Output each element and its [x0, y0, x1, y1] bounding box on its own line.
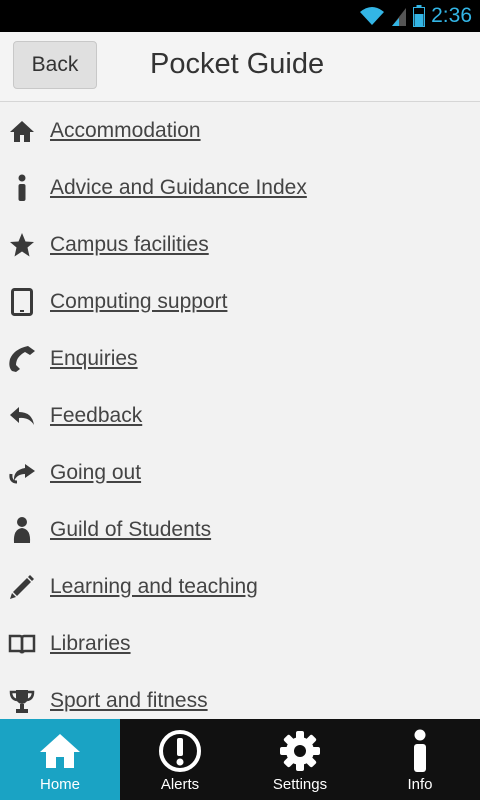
- menu-list: Accommodation Advice and Guidance Index …: [0, 102, 480, 729]
- menu-item-label[interactable]: Advice and Guidance Index: [50, 176, 307, 200]
- menu-item-label[interactable]: Feedback: [50, 404, 142, 428]
- back-button[interactable]: Back: [13, 41, 97, 89]
- menu-item-label[interactable]: Libraries: [50, 632, 131, 656]
- tab-info[interactable]: Info: [360, 719, 480, 800]
- user-icon: [7, 515, 37, 545]
- menu-item-advice[interactable]: Advice and Guidance Index: [0, 159, 480, 216]
- alert-icon: [120, 729, 240, 773]
- menu-item-label[interactable]: Enquiries: [50, 347, 138, 371]
- home-icon: [7, 116, 37, 146]
- header: Back Pocket Guide: [0, 32, 480, 102]
- tab-label: Settings: [272, 776, 328, 793]
- gear-icon: [240, 729, 360, 773]
- menu-item-label[interactable]: Campus facilities: [50, 233, 209, 257]
- tab-label: Home: [39, 776, 80, 793]
- menu-item-computing[interactable]: Computing support: [0, 273, 480, 330]
- menu-item-label[interactable]: Going out: [50, 461, 141, 485]
- pencil-icon: [7, 572, 37, 602]
- menu-item-label[interactable]: Guild of Students: [50, 518, 211, 542]
- menu-item-label[interactable]: Sport and fitness: [50, 689, 208, 713]
- status-bar: 2:36: [0, 0, 480, 32]
- menu-item-label[interactable]: Accommodation: [50, 119, 201, 143]
- tablet-icon: [7, 287, 37, 317]
- info-icon: [7, 173, 37, 203]
- tab-alerts[interactable]: Alerts: [120, 719, 240, 800]
- bottom-tab-bar: Home Alerts Settings Info: [0, 719, 480, 800]
- tab-label: Alerts: [160, 776, 200, 793]
- share-icon: [7, 458, 37, 488]
- menu-item-learning[interactable]: Learning and teaching: [0, 558, 480, 615]
- menu-item-label[interactable]: Computing support: [50, 290, 227, 314]
- phone-icon: [7, 344, 37, 374]
- menu-item-libraries[interactable]: Libraries: [0, 615, 480, 672]
- page-title: Pocket Guide: [150, 48, 325, 80]
- info-icon: [360, 729, 480, 773]
- menu-item-going-out[interactable]: Going out: [0, 444, 480, 501]
- menu-item-enquiries[interactable]: Enquiries: [0, 330, 480, 387]
- menu-item-accommodation[interactable]: Accommodation: [0, 102, 480, 159]
- battery-icon: [413, 5, 426, 27]
- wifi-icon: [360, 7, 385, 25]
- tab-label: Info: [407, 776, 433, 793]
- star-icon: [7, 230, 37, 260]
- book-icon: [7, 629, 37, 659]
- menu-item-label[interactable]: Learning and teaching: [50, 575, 258, 599]
- signal-icon: [392, 8, 407, 26]
- tab-home[interactable]: Home: [0, 719, 120, 800]
- menu-item-guild[interactable]: Guild of Students: [0, 501, 480, 558]
- menu-item-campus[interactable]: Campus facilities: [0, 216, 480, 273]
- status-icons: 2:36: [359, 0, 472, 32]
- home-icon: [0, 729, 120, 773]
- status-time: 2:36: [431, 4, 472, 27]
- menu-item-feedback[interactable]: Feedback: [0, 387, 480, 444]
- tab-settings[interactable]: Settings: [240, 719, 360, 800]
- reply-icon: [7, 401, 37, 431]
- trophy-icon: [7, 686, 37, 716]
